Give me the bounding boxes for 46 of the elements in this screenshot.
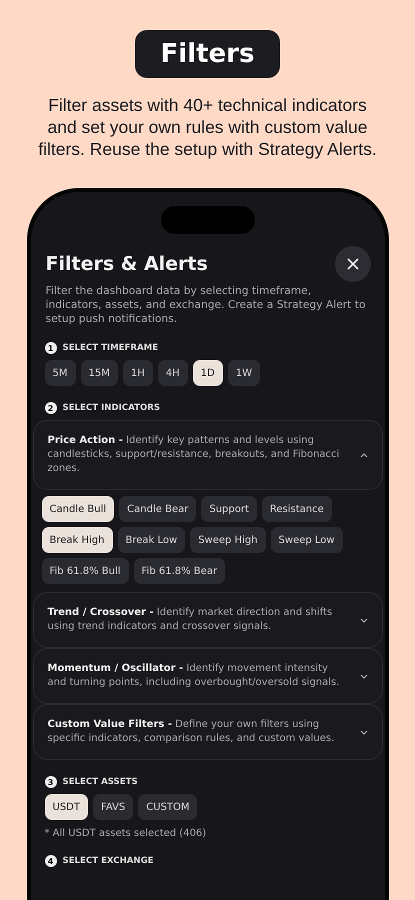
filter-chip[interactable]: Break Low (118, 527, 186, 553)
filter-chip[interactable]: Fib 61.8% Bull (42, 558, 129, 584)
filter-chip[interactable]: Support (201, 496, 257, 522)
filter-chip[interactable]: 5M (44, 360, 76, 386)
assets-note: * All USDT assets selected (406) (44, 828, 208, 839)
caret-down-icon (360, 674, 368, 678)
caret-down-icon (360, 618, 368, 622)
step-label: SELECT EXCHANGE (62, 856, 154, 866)
group-description: Momentum / Oscillator - Identify movement intensity and turning points, including overbought/oversold signals. (48, 662, 340, 690)
close-icon (346, 257, 360, 271)
filter-chip[interactable]: Candle Bear (119, 496, 196, 522)
filter-chip[interactable]: Resistance (262, 496, 332, 522)
filter-chip[interactable]: 15M (80, 360, 118, 386)
filter-chip[interactable]: Fib 61.8% Bear (134, 558, 226, 584)
filter-chip[interactable]: 1W (228, 360, 260, 386)
filter-chip[interactable]: Sweep Low (270, 527, 343, 553)
filter-chip[interactable]: Candle Bull (42, 496, 114, 522)
group-description: Custom Value Filters - Define your own filters using specific indicators, comparison rules, and custom values. (48, 718, 336, 746)
indicator-group[interactable]: Momentum / Oscillator - Identify movement intensity and turning points, including overbought/oversold signals. (32, 648, 382, 704)
filter-chip[interactable]: 1H (122, 360, 153, 386)
step-label: SELECT ASSETS (62, 777, 138, 787)
screen-title: Filters & Alerts (46, 253, 208, 275)
step-label: SELECT INDICATORS (62, 403, 160, 413)
indicator-group[interactable]: Custom Value Filters - Define your own filters using specific indicators, comparison rules, and custom values. (32, 704, 382, 760)
group-description: Trend / Crossover - Identify market direction and shifts using trend indicators and crossover signals. (48, 606, 334, 634)
indicator-group[interactable]: Price Action - Identify key patterns and levels using candlesticks, support/resistance, breakouts, and Fibonacci zones. (32, 420, 382, 490)
filter-chip[interactable]: Break High (42, 527, 112, 553)
filter-chip[interactable]: 1D (192, 360, 223, 386)
close-button[interactable] (334, 246, 370, 282)
filter-chip[interactable]: Sweep High (190, 527, 266, 553)
feature-subtitle: Filter assets with 40+ technical indicators and set your own rules with custom value filters. Reuse the setup with Strategy Alerts. (37, 94, 378, 160)
filter-chip[interactable]: 4H (158, 360, 188, 386)
step-label: SELECT TIMEFRAME (62, 343, 158, 353)
step-number: 1 (44, 342, 56, 354)
group-description: Price Action - Identify key patterns and levels using candlesticks, support/resistance, breakouts, and Fibonacci zones. (48, 434, 340, 476)
caret-down-icon (360, 730, 368, 734)
indicator-group[interactable]: Trend / Crossover - Identify market direction and shifts using trend indicators and crossover signals. (32, 592, 382, 648)
step-number: 4 (44, 855, 56, 867)
filter-chip[interactable]: FAVS (92, 794, 134, 820)
filter-chip[interactable]: USDT (44, 794, 88, 820)
step-number: 2 (44, 402, 56, 414)
filter-chip[interactable]: CUSTOM (138, 794, 198, 820)
caret-up-icon (360, 452, 368, 458)
screen-description: Filter the dashboard data by selecting timeframe, indicators, assets, and exchange. Create a Strategy Alert to setup push notifications. (44, 284, 366, 326)
feature-title: Filters (134, 30, 280, 78)
step-number: 3 (44, 776, 56, 788)
